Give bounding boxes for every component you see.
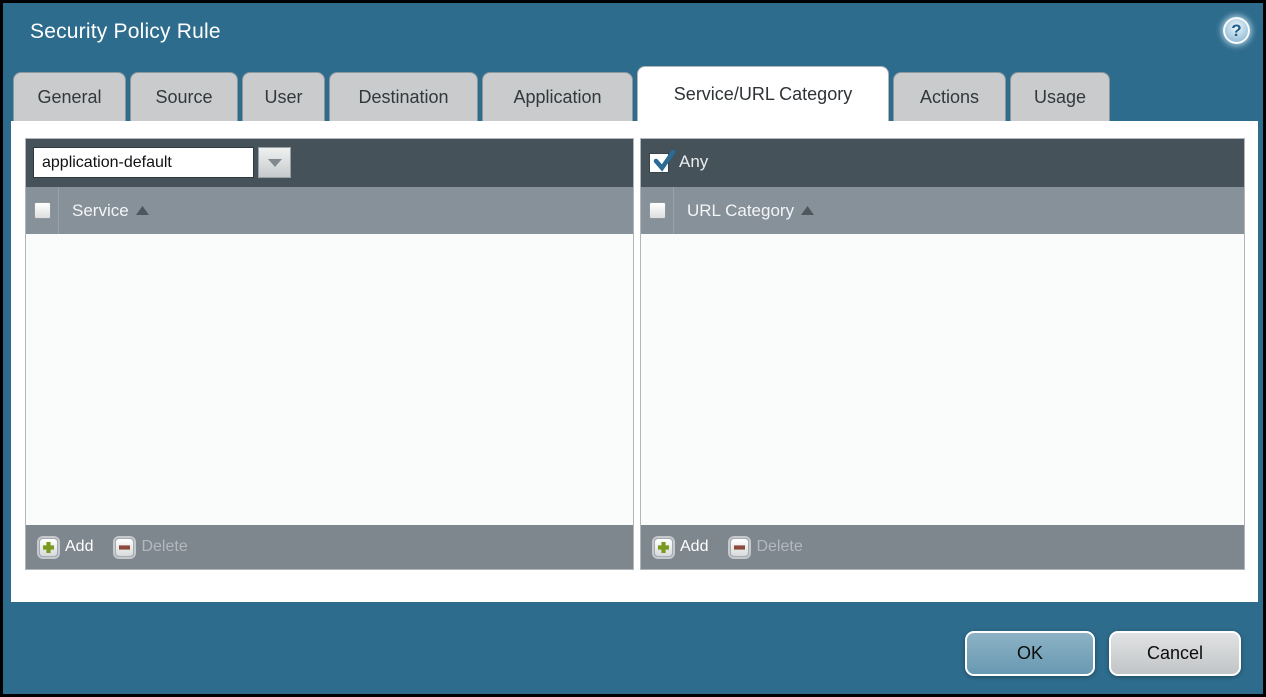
tab-label: Service/URL Category <box>674 84 852 105</box>
tab-bar: General Source User Destination Applicat… <box>13 66 1110 121</box>
tab-label: Destination <box>358 87 448 108</box>
url-category-panel-footer: Add Delete <box>641 525 1244 569</box>
minus-icon <box>730 538 749 557</box>
tab-general[interactable]: General <box>13 72 126 121</box>
any-checkbox[interactable] <box>649 153 669 173</box>
tab-label: User <box>264 87 302 108</box>
tab-label: Usage <box>1034 87 1086 108</box>
service-sort-header[interactable]: Service <box>59 201 149 221</box>
url-category-panel-header: Any <box>641 139 1244 187</box>
tab-actions[interactable]: Actions <box>893 72 1006 121</box>
ok-button[interactable]: OK <box>965 631 1095 676</box>
checkbox-cell <box>26 187 59 234</box>
url-category-list-body <box>641 234 1244 525</box>
service-panel: Service Add Delete <box>25 138 634 570</box>
check-icon <box>651 148 677 174</box>
sort-asc-icon <box>801 206 814 215</box>
plus-icon <box>39 538 58 557</box>
service-delete-button[interactable]: Delete <box>115 538 187 557</box>
url-category-panel: Any URL Category Ad <box>640 138 1245 570</box>
service-column-header: Service <box>26 187 633 234</box>
checkbox-cell <box>641 187 674 234</box>
help-icon[interactable]: ? <box>1223 17 1250 44</box>
dialog-title: Security Policy Rule <box>30 20 221 44</box>
tab-label: Application <box>513 87 601 108</box>
service-list-body <box>26 234 633 525</box>
tab-application[interactable]: Application <box>482 72 633 121</box>
url-category-sort-header[interactable]: URL Category <box>674 201 814 221</box>
url-category-column-header: URL Category <box>641 187 1244 234</box>
tab-destination[interactable]: Destination <box>329 72 478 121</box>
security-policy-rule-dialog: Security Policy Rule ? General Source Us… <box>0 0 1266 697</box>
service-type-input[interactable] <box>33 147 254 178</box>
service-add-button[interactable]: Add <box>39 538 93 557</box>
service-column-label: Service <box>72 201 129 221</box>
url-category-column-label: URL Category <box>687 201 794 221</box>
service-panel-header <box>26 139 633 187</box>
add-label: Add <box>65 538 93 556</box>
delete-label: Delete <box>141 538 187 556</box>
delete-label: Delete <box>756 538 802 556</box>
chevron-down-icon <box>267 158 283 168</box>
tab-service-url-category[interactable]: Service/URL Category <box>637 66 889 121</box>
service-panel-footer: Add Delete <box>26 525 633 569</box>
cancel-button[interactable]: Cancel <box>1109 631 1241 676</box>
url-category-delete-button[interactable]: Delete <box>730 538 802 557</box>
sort-asc-icon <box>136 206 149 215</box>
plus-icon <box>654 538 673 557</box>
service-type-dropdown-button[interactable] <box>258 147 291 178</box>
url-category-add-button[interactable]: Add <box>654 538 708 557</box>
minus-icon <box>115 538 134 557</box>
tab-label: General <box>37 87 101 108</box>
tab-content-area: Service Add Delete <box>11 121 1258 602</box>
service-select-all-checkbox[interactable] <box>34 202 51 219</box>
tab-source[interactable]: Source <box>130 72 238 121</box>
tab-label: Actions <box>920 87 979 108</box>
url-category-select-all-checkbox[interactable] <box>649 202 666 219</box>
add-label: Add <box>680 538 708 556</box>
tab-usage[interactable]: Usage <box>1010 72 1110 121</box>
tab-user[interactable]: User <box>242 72 325 121</box>
any-label: Any <box>679 152 708 172</box>
tab-label: Source <box>155 87 212 108</box>
